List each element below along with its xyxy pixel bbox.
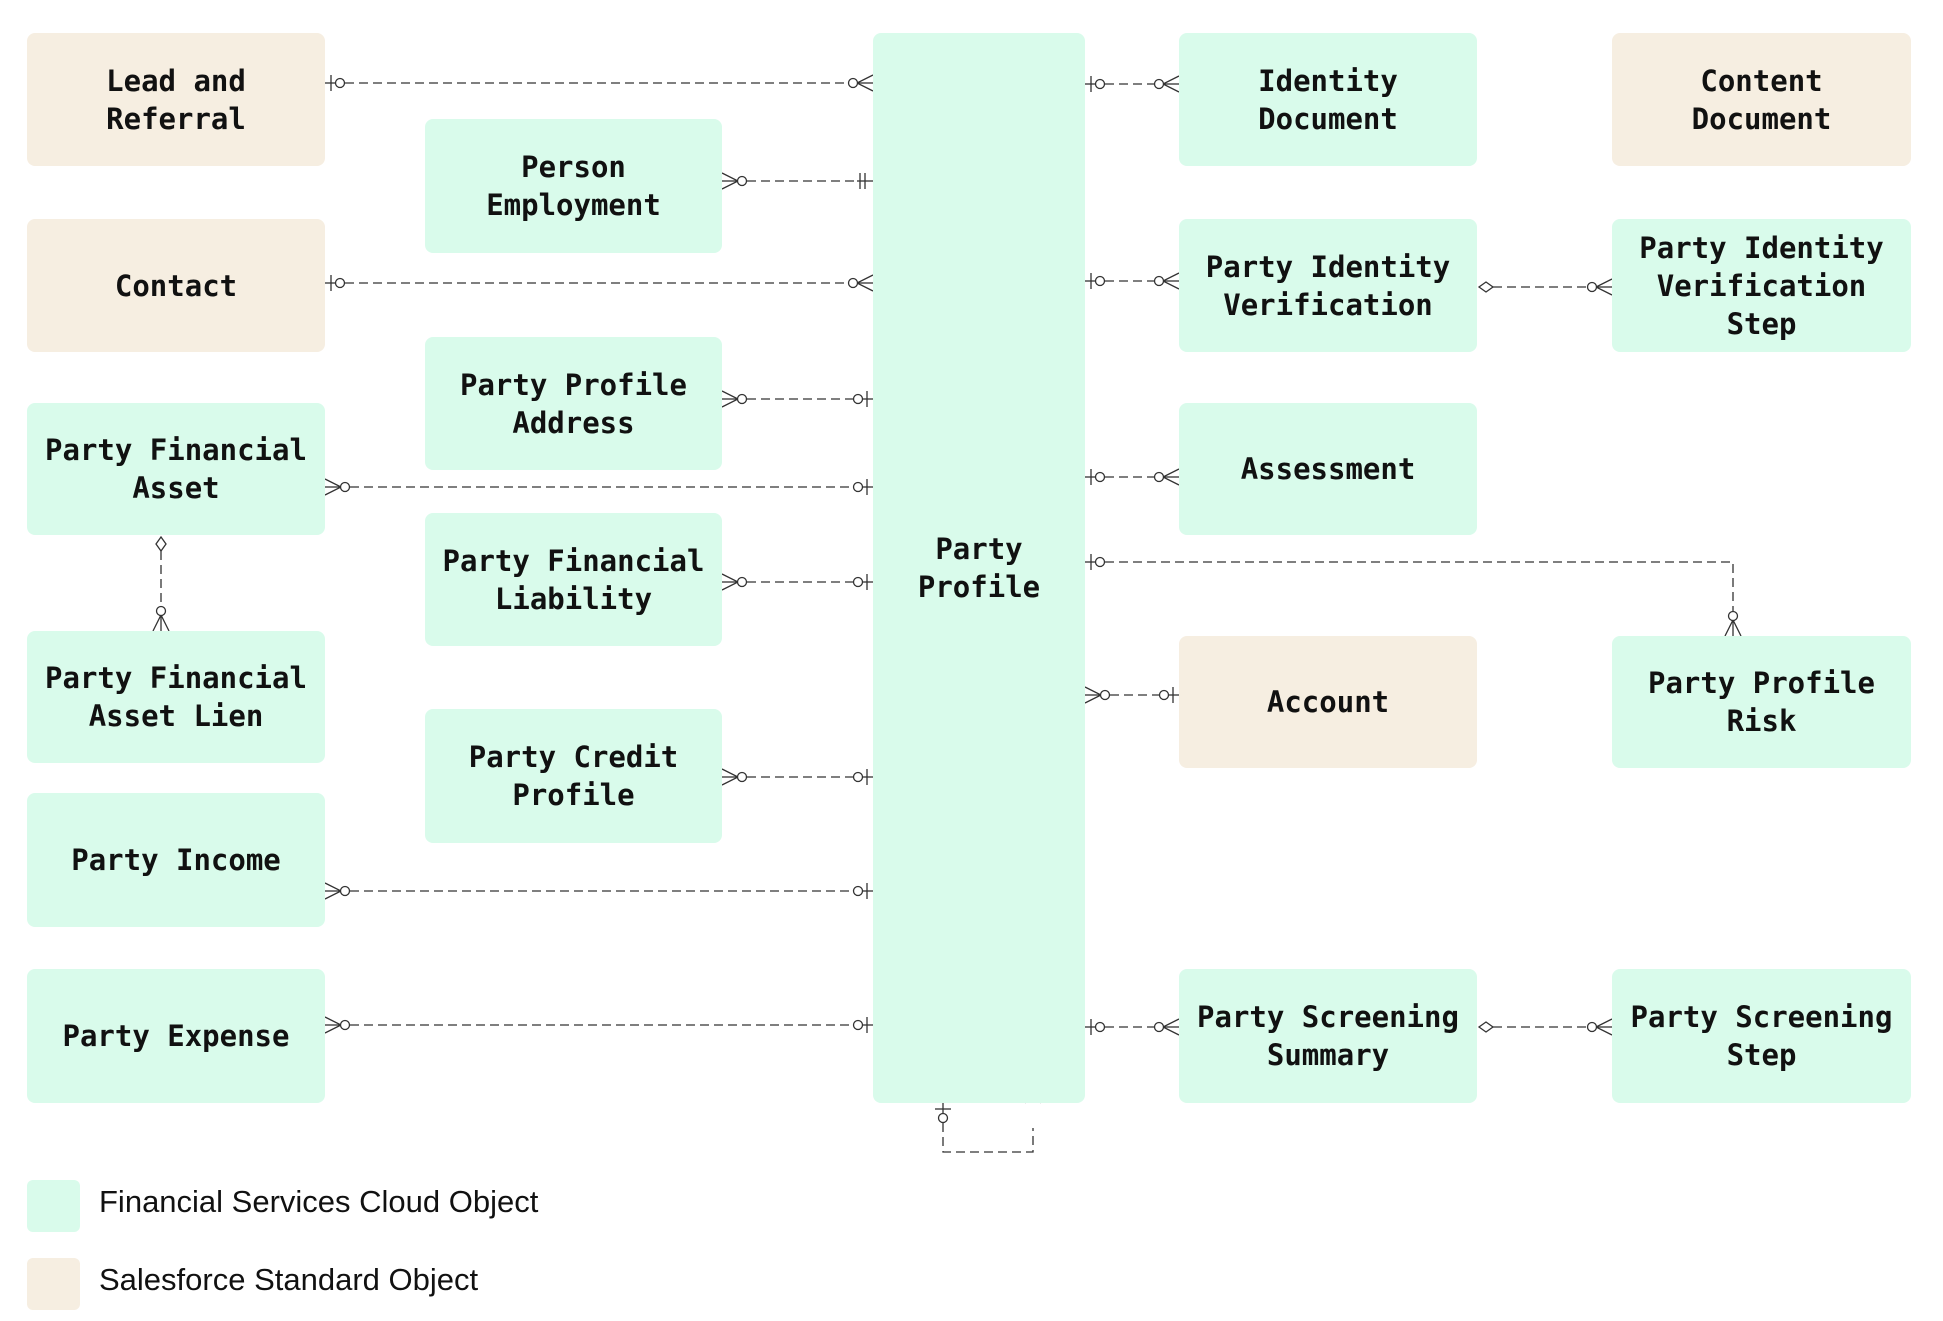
entity-party-financial-asset-lien[interactable]: Party Financial Asset Lien xyxy=(27,631,325,763)
zero-circle-icon xyxy=(1153,471,1165,483)
zero-circle-icon xyxy=(937,1112,949,1124)
zero-circle-icon xyxy=(334,77,346,89)
entity-party-financial-liability[interactable]: Party Financial Liability xyxy=(425,513,722,646)
entity-party-identity-verification[interactable]: Party Identity Verification xyxy=(1179,219,1477,352)
entity-party-financial-asset[interactable]: Party Financial Asset xyxy=(27,403,325,535)
zero-circle-icon xyxy=(852,1019,864,1031)
zero-circle-icon xyxy=(1094,1021,1106,1033)
zero-circle-icon xyxy=(852,481,864,493)
entity-identity-document[interactable]: Identity Document xyxy=(1179,33,1477,166)
entity-party-profile[interactable]: Party Profile xyxy=(873,33,1085,1103)
zero-circle-icon xyxy=(736,393,748,405)
zero-circle-icon xyxy=(1094,471,1106,483)
zero-circle-icon xyxy=(339,481,351,493)
zero-circle-icon xyxy=(847,277,859,289)
entity-contact[interactable]: Contact xyxy=(27,219,325,352)
zero-circle-icon xyxy=(1094,275,1106,287)
aggregation-diamond-icon xyxy=(155,535,167,553)
zero-circle-icon xyxy=(852,885,864,897)
entity-party-income[interactable]: Party Income xyxy=(27,793,325,927)
zero-circle-icon xyxy=(1158,689,1170,701)
zero-circle-icon xyxy=(1099,689,1111,701)
legend-swatch-standard xyxy=(27,1258,80,1310)
legend-label-standard: Salesforce Standard Object xyxy=(99,1262,479,1297)
rel-party-profile-self xyxy=(942,1123,1034,1153)
legend-label-fsc: Financial Services Cloud Object xyxy=(99,1184,539,1219)
zero-circle-icon xyxy=(736,175,748,187)
entity-lead-and-referral[interactable]: Lead and Referral xyxy=(27,33,325,166)
entity-party-screening-summary[interactable]: Party Screening Summary xyxy=(1179,969,1477,1103)
rel-party-profile-risk xyxy=(1105,561,1734,611)
entity-party-expense[interactable]: Party Expense xyxy=(27,969,325,1103)
zero-circle-icon xyxy=(1727,610,1739,622)
zero-circle-icon xyxy=(339,1019,351,1031)
zero-circle-icon xyxy=(852,771,864,783)
zero-circle-icon xyxy=(1153,78,1165,90)
aggregation-diamond-icon xyxy=(1477,1021,1495,1033)
zero-circle-icon xyxy=(1094,78,1106,90)
zero-circle-icon xyxy=(1094,556,1106,568)
zero-circle-icon xyxy=(339,885,351,897)
zero-circle-icon xyxy=(736,576,748,588)
entity-person-employment[interactable]: Person Employment xyxy=(425,119,722,253)
zero-circle-icon xyxy=(852,393,864,405)
zero-circle-icon xyxy=(334,277,346,289)
zero-circle-icon xyxy=(155,605,167,617)
entity-content-document[interactable]: Content Document xyxy=(1612,33,1911,166)
zero-circle-icon xyxy=(1153,1021,1165,1033)
entity-party-screening-step[interactable]: Party Screening Step xyxy=(1612,969,1911,1103)
zero-circle-icon xyxy=(1586,281,1598,293)
entity-party-profile-address[interactable]: Party Profile Address xyxy=(425,337,722,470)
entity-party-credit-profile[interactable]: Party Credit Profile xyxy=(425,709,722,843)
zero-circle-icon xyxy=(852,576,864,588)
aggregation-diamond-icon xyxy=(1477,281,1495,293)
zero-circle-icon xyxy=(1586,1021,1598,1033)
zero-circle-icon xyxy=(847,77,859,89)
zero-circle-icon xyxy=(736,771,748,783)
entity-assessment[interactable]: Assessment xyxy=(1179,403,1477,535)
entity-party-profile-risk[interactable]: Party Profile Risk xyxy=(1612,636,1911,768)
zero-circle-icon xyxy=(1153,275,1165,287)
entity-account[interactable]: Account xyxy=(1179,636,1477,768)
entity-party-identity-verification-step[interactable]: Party Identity Verification Step xyxy=(1612,219,1911,352)
legend-swatch-fsc xyxy=(27,1180,80,1232)
